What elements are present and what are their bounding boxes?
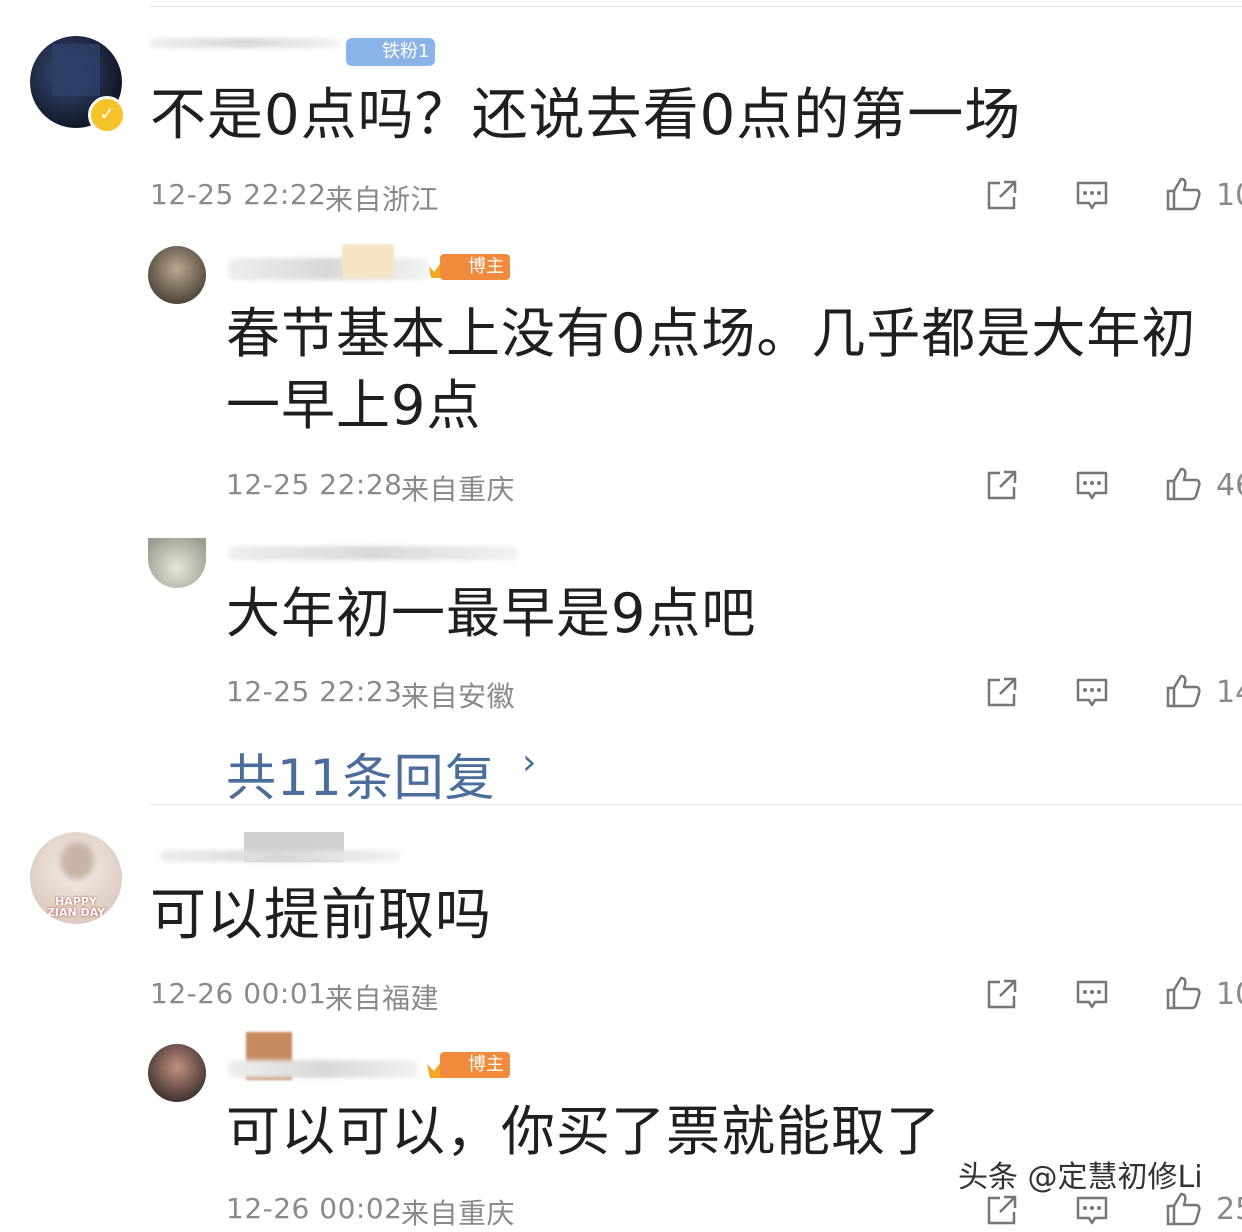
avatar-caption: HAPPY ZIAN DAY bbox=[46, 895, 106, 919]
like-icon[interactable] bbox=[1164, 974, 1202, 1012]
share-icon[interactable] bbox=[984, 976, 1020, 1012]
like-icon[interactable] bbox=[1164, 672, 1202, 710]
reply-time: 12-25 22:23 bbox=[226, 675, 403, 708]
comment-text: 可以提前取吗 bbox=[150, 883, 492, 948]
username-blurred bbox=[228, 1060, 418, 1078]
username-blurred bbox=[150, 38, 340, 48]
comment-location: 来自浙江 bbox=[325, 183, 440, 216]
reply-text: 春节基本上没有0点场。几乎都是大年初一早上9点 bbox=[226, 302, 1197, 437]
like-count: 14 bbox=[1216, 675, 1242, 710]
comment-location: 来自福建 bbox=[325, 982, 440, 1015]
username-blurred bbox=[160, 850, 400, 862]
comment-icon[interactable] bbox=[1074, 467, 1110, 503]
comment-icon[interactable] bbox=[1074, 1192, 1110, 1228]
host-badge: 博主 bbox=[440, 254, 510, 280]
comment-time: 12-26 00:01 bbox=[150, 977, 327, 1010]
more-replies-label: 共11条回复 bbox=[226, 749, 496, 807]
like-icon[interactable] bbox=[1164, 175, 1202, 213]
reply-location: 来自重庆 bbox=[401, 473, 516, 506]
comment-divider bbox=[150, 804, 1242, 805]
reply-location: 来自重庆 bbox=[401, 1197, 516, 1230]
avatar[interactable]: HAPPY ZIAN DAY bbox=[30, 832, 122, 924]
fan-badge: 铁粉1 bbox=[346, 38, 436, 66]
like-count: 46 bbox=[1216, 468, 1242, 503]
like-icon[interactable] bbox=[1164, 465, 1202, 503]
share-icon[interactable] bbox=[984, 1192, 1020, 1228]
more-replies-link[interactable]: 共11条回复 › bbox=[226, 738, 556, 807]
reply-time: 12-26 00:02 bbox=[226, 1192, 403, 1225]
avatar[interactable] bbox=[148, 538, 206, 588]
share-icon[interactable] bbox=[984, 177, 1020, 213]
reply-location: 来自安徽 bbox=[401, 680, 516, 713]
avatar[interactable] bbox=[148, 1044, 206, 1102]
comment-icon[interactable] bbox=[1074, 177, 1110, 213]
chevron-right-icon: › bbox=[522, 742, 538, 783]
username-blurred bbox=[228, 546, 518, 560]
share-icon[interactable] bbox=[984, 674, 1020, 710]
like-count: 25 bbox=[1216, 1192, 1242, 1227]
top-divider bbox=[150, 6, 1242, 7]
username-blurred bbox=[342, 244, 394, 278]
comment-icon[interactable] bbox=[1074, 976, 1110, 1012]
reply-text: 可以可以，你买了票就能取了 bbox=[226, 1100, 941, 1163]
host-badge: 博主 bbox=[440, 1052, 510, 1078]
avatar[interactable] bbox=[148, 246, 206, 304]
comment-time: 12-25 22:22 bbox=[150, 178, 327, 211]
like-count: 10 bbox=[1216, 178, 1242, 213]
watermark: 头条 @定慧初修Li bbox=[958, 1160, 1203, 1195]
reply-text: 大年初一最早是9点吧 bbox=[226, 582, 757, 645]
comment-text: 不是0点吗？还说去看0点的第一场 bbox=[150, 83, 1022, 148]
verified-badge-icon: ✓ bbox=[88, 96, 126, 134]
reply-time: 12-25 22:28 bbox=[226, 468, 403, 501]
comment-icon[interactable] bbox=[1074, 674, 1110, 710]
share-icon[interactable] bbox=[984, 467, 1020, 503]
like-count: 10 bbox=[1216, 977, 1242, 1012]
username-blurred bbox=[228, 258, 428, 280]
